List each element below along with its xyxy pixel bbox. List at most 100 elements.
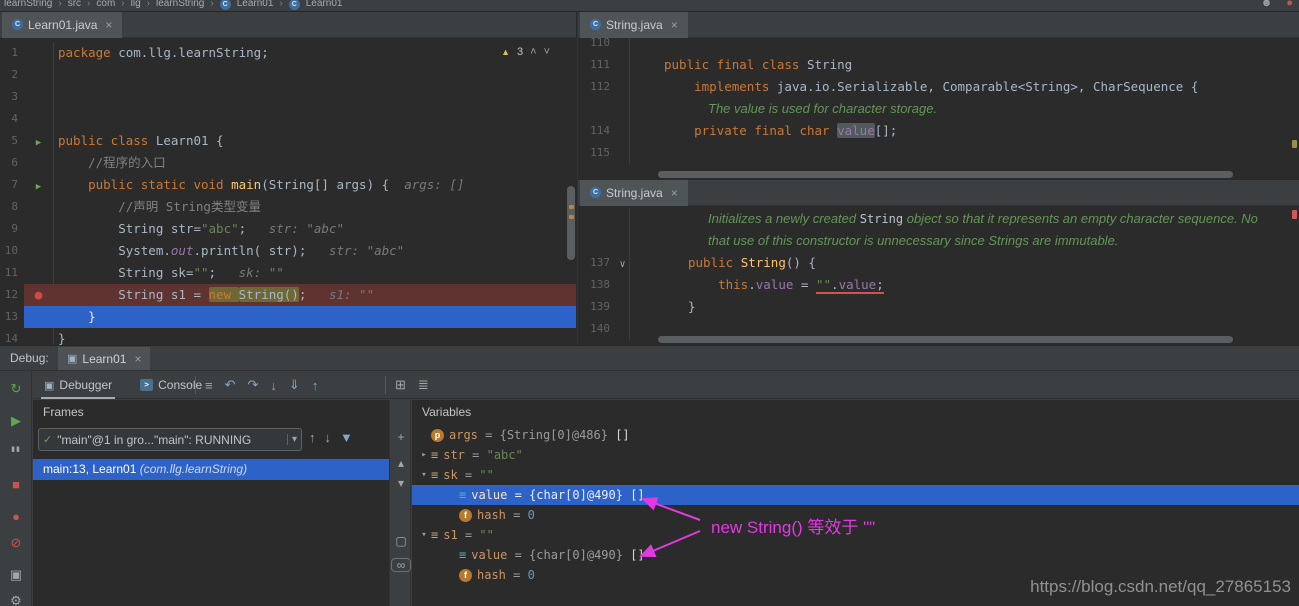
tab-learn01-java[interactable]: C Learn01.java × — [2, 12, 122, 38]
variable-row[interactable]: ▸≡str = "abc" — [412, 445, 1299, 465]
tab-string-java-top[interactable]: C String.java × — [580, 12, 688, 38]
vertical-scrollbar[interactable] — [567, 186, 575, 260]
breadcrumb-item[interactable]: Learn01 — [306, 0, 343, 12]
fold-icon[interactable]: ∨ — [619, 259, 625, 270]
mute-breakpoints-icon[interactable]: ⊘ — [0, 535, 32, 551]
breadcrumb-item[interactable]: Learn01 — [237, 0, 274, 12]
warning-stripe-mark[interactable] — [569, 215, 574, 219]
thread-selector[interactable]: ✓ "main"@1 in gro..."main": RUNNING ▾ — [38, 428, 302, 451]
rerun-icon[interactable]: ↻ — [0, 381, 32, 397]
breadcrumb-separator: › — [121, 0, 124, 12]
code-line[interactable]: 2 — [0, 64, 576, 86]
stack-frame-row[interactable]: main:13, Learn01 (com.llg.learnString) — [33, 459, 389, 480]
view-breakpoints-icon[interactable]: ⊞ — [395, 377, 406, 393]
breadcrumb-item[interactable]: com — [96, 0, 115, 12]
code-line[interactable]: 12● String s1 = new String(); s1: "" — [0, 284, 576, 306]
code-line[interactable]: 115 — [578, 142, 1299, 164]
step-into-icon[interactable]: ↓ — [270, 378, 277, 393]
prev-warning-icon[interactable]: ˄ — [530, 46, 536, 58]
code-token: . — [748, 277, 756, 292]
stop-icon[interactable]: ■ — [0, 477, 32, 492]
thread-view-icon[interactable]: ≣ — [418, 377, 429, 393]
code-line[interactable]: 139} — [578, 296, 1299, 318]
run-button-icon[interactable]: ▶ — [36, 138, 41, 148]
chevron-down-icon[interactable]: ▾ — [417, 530, 431, 540]
frame-up-icon[interactable]: ↑ — [309, 430, 316, 445]
chevron-right-icon[interactable]: ▸ — [417, 450, 431, 460]
debug-session-tab[interactable]: ▣ Learn01 × — [58, 347, 150, 370]
code-line[interactable]: 4 — [0, 108, 576, 130]
camera-icon[interactable]: ▣ — [0, 567, 32, 583]
code-line[interactable]: 137∨public String() { — [578, 252, 1299, 274]
equals: = — [465, 448, 487, 462]
warning-stripe-mark[interactable] — [569, 205, 574, 209]
code-line[interactable]: 5▶public class Learn01 { — [0, 130, 576, 152]
variable-row[interactable]: fhash = 0 — [412, 505, 1299, 525]
code-line[interactable]: 10 System.out.println( str); str: "abc" — [0, 240, 576, 262]
copy-frame-icon[interactable]: ▢ — [391, 534, 411, 548]
pause-icon[interactable]: ▮▮ — [0, 445, 32, 453]
code-line[interactable]: 138 this.value = "".value; — [578, 274, 1299, 296]
force-step-into-icon[interactable]: ⇓ — [289, 377, 300, 393]
gutter — [616, 296, 630, 318]
breakpoints-icon[interactable]: ● — [0, 509, 32, 524]
user-icon[interactable]: ☻ — [1261, 0, 1273, 9]
variable-row[interactable]: ▾≡sk = "" — [412, 465, 1299, 485]
close-icon[interactable]: × — [134, 352, 141, 366]
code-line[interactable]: 7▶ public static void main(String[] args… — [0, 174, 576, 196]
code-token: String — [741, 255, 786, 270]
gutter — [24, 240, 54, 262]
code-line[interactable]: 8 //声明 String类型变量 — [0, 196, 576, 218]
code-line[interactable]: 14} — [0, 328, 576, 345]
code-line[interactable]: that use of this constructor is unnecess… — [578, 230, 1299, 252]
add-watch-icon[interactable]: + — [391, 430, 411, 444]
breadcrumb-item[interactable]: learnString — [4, 0, 52, 12]
record-icon[interactable]: ● — [1286, 0, 1293, 9]
code-line[interactable]: Initializes a newly created String objec… — [578, 208, 1299, 230]
breadcrumb-item[interactable]: learnString — [156, 0, 204, 12]
code-token: str: "abc" — [246, 221, 344, 236]
scroll-up-icon[interactable]: ▴ — [391, 456, 411, 470]
error-stripe-mark[interactable] — [1292, 210, 1297, 219]
code-line[interactable]: 9 String str="abc"; str: "abc" — [0, 218, 576, 240]
stripe-mark[interactable] — [1292, 140, 1297, 148]
code-line[interactable]: 112 implements java.io.Serializable, Com… — [578, 76, 1299, 98]
filter-frames-icon[interactable]: ▼ — [340, 430, 353, 445]
close-icon[interactable]: × — [671, 186, 678, 200]
code-line[interactable]: 11 String sk=""; sk: "" — [0, 262, 576, 284]
layout-menu-icon[interactable]: ≡ — [205, 378, 213, 393]
variable-row[interactable]: ≡value = {char[0]@490} [] — [412, 545, 1299, 565]
variable-row[interactable]: ≡value = {char[0]@490} [] — [412, 485, 1299, 505]
scroll-down-icon[interactable]: ▾ — [391, 476, 411, 490]
resume-icon[interactable]: ▶ — [0, 413, 32, 429]
variable-row[interactable]: ▾≡s1 = "" — [412, 525, 1299, 545]
code-line[interactable]: 3 — [0, 86, 576, 108]
close-icon[interactable]: × — [671, 18, 678, 32]
code-line[interactable]: 111public final class String — [578, 54, 1299, 76]
breakpoint-icon[interactable]: ● — [35, 288, 43, 303]
breadcrumb-item[interactable]: llg — [131, 0, 141, 12]
code-line[interactable]: 114 private final char value[]; — [578, 120, 1299, 142]
close-icon[interactable]: × — [105, 18, 112, 32]
step-over-icon[interactable]: ↷ — [248, 377, 259, 393]
code-line[interactable]: 6 //程序的入口 — [0, 152, 576, 174]
horizontal-scrollbar[interactable] — [658, 336, 1233, 343]
tab-debugger[interactable]: ▣Debugger — [41, 371, 115, 399]
frame-down-icon[interactable]: ↓ — [325, 430, 332, 445]
breadcrumb-item[interactable]: src — [68, 0, 81, 12]
code-line[interactable]: The value is used for character storage. — [578, 98, 1299, 120]
variable-row[interactable]: pargs = {String[0]@486} [] — [412, 425, 1299, 445]
next-warning-icon[interactable]: ˅ — [544, 46, 550, 58]
settings-gear-icon[interactable]: ⚙ — [0, 593, 32, 606]
thread-label: "main"@1 in gro..."main": RUNNING — [57, 433, 282, 447]
horizontal-scrollbar[interactable] — [658, 171, 1233, 178]
chevron-down-icon[interactable]: ▾ — [417, 470, 431, 480]
line-number: 115 — [578, 142, 616, 164]
step-out-icon[interactable]: ↑ — [312, 378, 319, 393]
inline-values-icon[interactable]: ∞ — [391, 558, 411, 572]
tab-string-java-bottom[interactable]: C String.java × — [580, 180, 688, 206]
show-execution-point-icon[interactable]: ↶ — [225, 377, 236, 393]
run-button-icon[interactable]: ▶ — [36, 182, 41, 192]
code-line[interactable]: 1package com.llg.learnString; — [0, 42, 576, 64]
code-line[interactable]: 13 } — [0, 306, 576, 328]
